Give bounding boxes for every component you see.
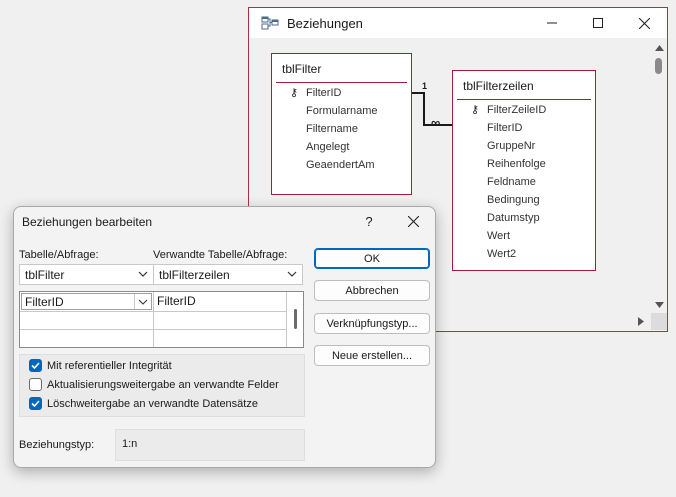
title-bar[interactable]: Beziehungen (249, 8, 667, 38)
edit-relationships-dialog: Beziehungen bearbeiten ? Tabelle/Abfrage… (13, 206, 436, 468)
ok-button[interactable]: OK (314, 248, 430, 269)
related-table-label: Verwandte Tabelle/Abfrage: (153, 249, 288, 261)
key-icon: ⚷ (471, 104, 480, 116)
field-item[interactable]: FilterID (487, 122, 522, 134)
field-item[interactable]: Bedingung (487, 194, 540, 206)
minimize-button[interactable] (529, 8, 575, 38)
checkmark-icon (31, 362, 40, 370)
close-button[interactable] (621, 8, 667, 38)
grid-cell-dropdown[interactable] (134, 294, 151, 309)
checkmark-icon (31, 400, 40, 408)
maximize-icon (593, 18, 603, 28)
table-select-value: tblFilter (25, 268, 65, 282)
cardinality-many-label: ∞ (431, 115, 441, 130)
cascade-update-checkbox[interactable]: Aktualisierungsweitergabe an verwandte F… (29, 378, 279, 391)
relationship-type-label: Beziehungstyp: (19, 439, 95, 451)
minimize-icon (547, 22, 557, 24)
grid-cell-right-0[interactable]: FilterID (157, 294, 196, 308)
checkbox-checked[interactable] (29, 359, 42, 372)
grid-scroll-thumb[interactable] (294, 309, 297, 329)
table-box-tblfilter[interactable]: tblFilter ⚷ FilterID Formularname Filter… (271, 53, 412, 195)
maximize-button[interactable] (575, 8, 621, 38)
field-item[interactable]: Filtername (306, 123, 358, 135)
field-item[interactable]: Wert2 (487, 248, 516, 260)
field-item[interactable]: Angelegt (306, 141, 349, 153)
field-item[interactable]: FilterZeileID (487, 104, 546, 116)
cascade-delete-checkbox[interactable]: Löschweitergabe an verwandte Datensätze (29, 397, 258, 410)
divider (276, 82, 407, 83)
field-item[interactable]: Reihenfolge (487, 158, 546, 170)
table-title: tblFilterzeilen (463, 79, 534, 93)
chevron-down-icon (138, 299, 148, 305)
table-box-tblfilterzeilen[interactable]: tblFilterzeilen ⚷ FilterZeileID FilterID… (452, 70, 596, 271)
grid-row-divider (20, 311, 286, 312)
checkbox-label: Löschweitergabe an verwandte Datensätze (47, 397, 258, 410)
field-item[interactable]: Feldname (487, 176, 536, 188)
help-icon: ? (365, 213, 373, 229)
vertical-scrollbar[interactable] (651, 38, 667, 313)
grid-column-divider (153, 292, 154, 347)
help-button[interactable]: ? (354, 207, 384, 235)
scrollbar-corner (651, 313, 667, 330)
checkbox-label: Mit referentieller Integrität (47, 359, 172, 372)
chevron-down-icon (287, 271, 297, 277)
field-mapping-grid[interactable]: FilterID FilterID (19, 291, 304, 348)
create-new-button[interactable]: Neue erstellen... (314, 345, 430, 366)
checkbox-checked[interactable] (29, 397, 42, 410)
relationship-type-field: 1:n (115, 429, 305, 461)
divider (457, 99, 591, 100)
scroll-down-icon[interactable] (655, 302, 664, 308)
field-item[interactable]: Formularname (306, 105, 378, 117)
relationships-icon (261, 15, 279, 34)
dialog-close-button[interactable] (396, 207, 430, 235)
checkbox-label: Aktualisierungsweitergabe an verwandte F… (47, 378, 279, 391)
close-icon (407, 215, 419, 227)
field-item[interactable]: Wert (487, 230, 510, 242)
scroll-thumb[interactable] (655, 58, 662, 74)
relationship-type-value: 1:n (122, 438, 138, 450)
related-table-select-value: tblFilterzeilen (159, 268, 230, 282)
close-icon (638, 17, 650, 29)
cardinality-one-label: 1 (422, 81, 428, 91)
table-query-label: Tabelle/Abfrage: (19, 249, 99, 261)
table-title: tblFilter (282, 62, 322, 76)
scroll-up-icon[interactable] (655, 45, 664, 51)
chevron-down-icon (138, 271, 148, 277)
cancel-button[interactable]: Abbrechen (314, 280, 430, 301)
field-item[interactable]: Datumstyp (487, 212, 540, 224)
scroll-right-icon[interactable] (638, 317, 644, 326)
related-table-select[interactable]: tblFilterzeilen (153, 264, 303, 285)
grid-cell-left-0[interactable]: FilterID (21, 293, 152, 310)
field-item[interactable]: FilterID (306, 87, 341, 99)
referential-integrity-checkbox[interactable]: Mit referentieller Integrität (29, 359, 172, 372)
table-select[interactable]: tblFilter (19, 264, 154, 285)
key-icon: ⚷ (290, 87, 299, 99)
join-type-button[interactable]: Verknüpfungstyp... (314, 313, 430, 334)
field-item[interactable]: GruppeNr (487, 140, 535, 152)
dialog-title: Beziehungen bearbeiten (22, 215, 153, 229)
grid-scroll-divider (286, 292, 287, 347)
checkbox-unchecked[interactable] (29, 378, 42, 391)
grid-row-divider (20, 329, 286, 330)
field-item[interactable]: GeaendertAm (306, 159, 374, 171)
integrity-options-group: Mit referentieller Integrität Aktualisie… (19, 354, 305, 417)
grid-cell-text: FilterID (25, 295, 64, 309)
window-title: Beziehungen (287, 16, 363, 31)
